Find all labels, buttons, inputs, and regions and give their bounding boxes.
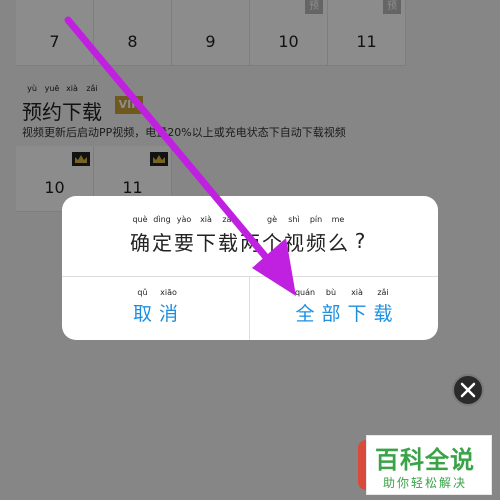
hanzi: 下 bbox=[196, 230, 216, 255]
watermark-subtitle: 助你轻松解决 bbox=[383, 476, 468, 490]
hanzi: 载 bbox=[218, 230, 238, 255]
hanzi: 全 bbox=[295, 303, 315, 325]
watermark-title: 百科全说 bbox=[375, 446, 475, 474]
hanzi-char: dìng 定 bbox=[151, 215, 173, 256]
hanzi-char: xiāo 消 bbox=[156, 288, 182, 326]
cancel-button[interactable]: qǔ 取 xiāo 消 bbox=[62, 277, 249, 340]
hanzi: 个 bbox=[262, 230, 282, 255]
hanzi-char: qǔ 取 bbox=[130, 288, 156, 326]
download-all-button[interactable]: quán 全 bù 部 xià 下 zǎi 载 bbox=[250, 277, 438, 340]
pinyin: xiāo bbox=[160, 288, 177, 297]
download-confirm-dialog: què 确 dìng 定 yào 要 xià 下 zǎi 载两 gè 个 shì 视 pín 频 me 么? qǔ… bbox=[62, 196, 438, 340]
hanzi-char: zǎi 载 bbox=[217, 215, 239, 256]
hanzi: 载 bbox=[373, 303, 393, 325]
pinyin: zǎi bbox=[377, 288, 389, 297]
hanzi: 下 bbox=[347, 303, 367, 325]
hanzi-char: bù 部 bbox=[318, 288, 344, 326]
hanzi-char: gè 个 bbox=[261, 215, 283, 256]
hanzi: 频 bbox=[306, 230, 326, 255]
close-icon bbox=[460, 382, 476, 398]
hanzi-char: pín 频 bbox=[305, 215, 327, 256]
hanzi: 定 bbox=[152, 230, 172, 255]
hanzi-char: quán 全 bbox=[292, 288, 318, 326]
hanzi: 两 bbox=[240, 230, 260, 255]
pinyin: zǎi bbox=[222, 214, 234, 224]
hanzi-char: què 确 bbox=[129, 215, 151, 256]
close-button[interactable] bbox=[452, 374, 484, 406]
hanzi: 取 bbox=[132, 303, 152, 325]
hanzi-char: me 么 bbox=[327, 215, 349, 256]
hanzi-char: ? bbox=[349, 229, 371, 253]
watermark-logo: 百科全说 助你轻松解决 bbox=[366, 435, 492, 495]
hanzi-char: xià 下 bbox=[195, 215, 217, 256]
hanzi-char: shì 视 bbox=[283, 215, 305, 256]
hanzi: ? bbox=[354, 229, 366, 253]
hanzi: 么 bbox=[328, 230, 348, 255]
hanzi: 要 bbox=[174, 230, 194, 255]
hanzi: 部 bbox=[321, 303, 341, 325]
hanzi: 确 bbox=[130, 230, 150, 255]
dialog-message: què 确 dìng 定 yào 要 xià 下 zǎi 载两 gè 个 shì 视 pín 频 me 么? bbox=[62, 196, 438, 276]
hanzi-char: yào 要 bbox=[173, 215, 195, 256]
hanzi-char: 两 bbox=[239, 227, 261, 256]
hanzi: 视 bbox=[284, 230, 304, 255]
pinyin: me bbox=[331, 214, 345, 224]
hanzi: 消 bbox=[158, 303, 178, 325]
hanzi-char: zǎi 载 bbox=[370, 288, 396, 326]
hanzi-char: xià 下 bbox=[344, 288, 370, 326]
